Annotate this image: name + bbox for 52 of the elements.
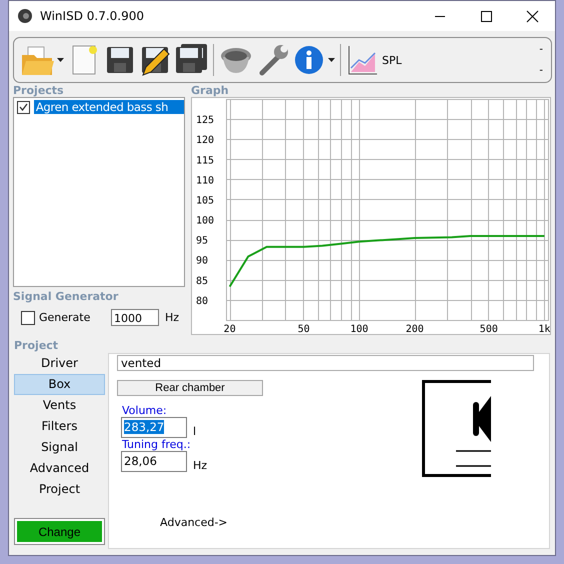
rear-chamber-button[interactable]: Rear chamber bbox=[117, 380, 263, 396]
caret-icon[interactable] bbox=[57, 58, 64, 62]
axis-label: 110 bbox=[196, 175, 214, 186]
checkbox[interactable] bbox=[21, 310, 35, 324]
axis-label: 125 bbox=[196, 115, 214, 126]
caret-icon[interactable] bbox=[328, 58, 335, 62]
axis-label: 20 bbox=[224, 324, 236, 334]
box-type-field[interactable]: vented bbox=[117, 355, 534, 371]
advanced-link[interactable]: Advanced-> bbox=[160, 516, 228, 529]
value-field[interactable]: 28,06 bbox=[121, 451, 187, 472]
axis-label: 105 bbox=[196, 195, 214, 206]
nav-tab[interactable]: Box bbox=[14, 374, 105, 395]
unit-label: Hz bbox=[165, 311, 180, 324]
frequency-field[interactable]: 1000 bbox=[111, 309, 159, 326]
unit-label: l bbox=[193, 425, 196, 438]
dash-indicator: - bbox=[539, 44, 543, 55]
value-field[interactable]: 283,27 bbox=[121, 417, 187, 438]
dash-indicator: - bbox=[539, 65, 543, 76]
checkbox[interactable] bbox=[17, 100, 30, 114]
axis-label: 1k bbox=[538, 324, 550, 334]
unit-label: Hz bbox=[193, 459, 208, 472]
nav-tab[interactable]: Filters bbox=[14, 416, 105, 437]
section-title: Signal Generator bbox=[13, 290, 120, 303]
nav-tab[interactable]: Driver bbox=[14, 353, 105, 374]
change-button[interactable]: Change bbox=[14, 518, 105, 545]
checkbox-label: Generate bbox=[39, 311, 92, 324]
axis-label: 85 bbox=[196, 276, 208, 287]
info-icon[interactable] bbox=[293, 44, 325, 76]
window-title: WinISD 0.7.0.900 bbox=[40, 9, 146, 23]
axis-label: 120 bbox=[196, 135, 214, 146]
section-title: Project bbox=[14, 339, 60, 352]
axis-label: 50 bbox=[298, 324, 310, 334]
nav-tab[interactable]: Advanced bbox=[14, 458, 105, 479]
section-title: Projects bbox=[13, 84, 65, 97]
axis-label: 100 bbox=[350, 324, 368, 334]
project-item[interactable]: Agren extended bass sh bbox=[34, 100, 184, 114]
axis-label: 500 bbox=[480, 324, 498, 334]
section-title: Graph bbox=[191, 84, 230, 97]
spl-label[interactable]: SPL bbox=[382, 54, 536, 66]
axis-label: 100 bbox=[196, 216, 214, 227]
axis-label: 80 bbox=[196, 296, 208, 307]
axis-label: 95 bbox=[196, 236, 208, 247]
nav-tab[interactable]: Signal bbox=[14, 437, 105, 458]
axis-label: 200 bbox=[406, 324, 424, 334]
chart-icon[interactable] bbox=[346, 44, 378, 76]
nav-tab[interactable]: Project bbox=[14, 479, 105, 500]
axis-label: 90 bbox=[196, 256, 208, 267]
field-label: Volume: bbox=[122, 405, 168, 417]
nav-tab[interactable]: Vents bbox=[14, 395, 105, 416]
axis-label: 115 bbox=[196, 155, 214, 166]
field-label: Tuning freq.: bbox=[122, 439, 192, 451]
check-icon[interactable] bbox=[18, 103, 28, 111]
